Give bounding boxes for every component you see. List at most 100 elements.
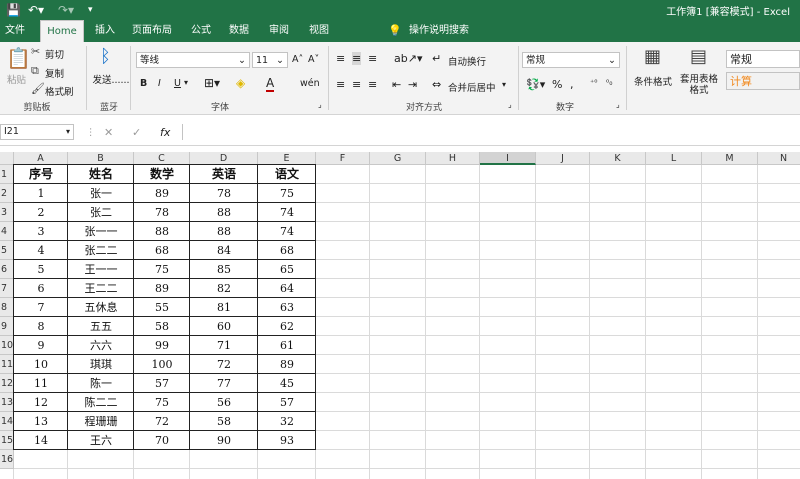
wrap-text-button[interactable]: 自动换行: [448, 54, 486, 68]
table-format-button[interactable]: 套用表格格式: [676, 74, 722, 96]
column-header[interactable]: K: [590, 152, 646, 165]
table-cell[interactable]: 张二二: [68, 241, 134, 260]
table-cell[interactable]: 14: [14, 431, 68, 450]
table-cell[interactable]: 1: [14, 184, 68, 203]
row-header[interactable]: 15: [0, 431, 14, 450]
paste-icon[interactable]: 📋: [6, 46, 31, 70]
table-cell[interactable]: 58: [190, 412, 258, 431]
dialog-launcher-icon[interactable]: ⌟: [508, 100, 512, 109]
bluetooth-icon[interactable]: ᛒ: [100, 46, 111, 67]
chevron-down-icon[interactable]: ▾: [184, 78, 188, 87]
increase-font-icon[interactable]: A˄: [292, 54, 303, 65]
table-cell[interactable]: 88: [190, 203, 258, 222]
table-cell[interactable]: 10: [14, 355, 68, 374]
table-cell[interactable]: 六六: [68, 336, 134, 355]
comma-button[interactable]: ,: [570, 78, 574, 91]
table-header-cell[interactable]: 序号: [14, 165, 68, 184]
dialog-launcher-icon[interactable]: ⌟: [616, 100, 620, 109]
table-cell[interactable]: 89: [134, 184, 190, 203]
italic-button[interactable]: I: [158, 78, 161, 89]
table-cell[interactable]: 11: [14, 374, 68, 393]
column-header[interactable]: M: [702, 152, 758, 165]
table-cell[interactable]: 57: [258, 393, 316, 412]
cancel-icon[interactable]: ✕: [104, 126, 113, 139]
table-cell[interactable]: 64: [258, 279, 316, 298]
table-cell[interactable]: 75: [134, 260, 190, 279]
table-cell[interactable]: 五休息: [68, 298, 134, 317]
font-size-select[interactable]: 11 ⌄: [252, 52, 288, 68]
column-header[interactable]: F: [316, 152, 370, 165]
column-header[interactable]: L: [646, 152, 702, 165]
row-header[interactable]: 16: [0, 450, 14, 469]
table-cell[interactable]: 9: [14, 336, 68, 355]
redo-icon[interactable]: ↷▾: [58, 1, 74, 19]
select-all-corner[interactable]: [0, 152, 14, 165]
table-cell[interactable]: 78: [190, 184, 258, 203]
save-icon[interactable]: 💾: [6, 1, 21, 19]
table-cell[interactable]: 82: [190, 279, 258, 298]
tell-me-search[interactable]: 操作说明搜索: [404, 20, 474, 42]
font-name-select[interactable]: 等线 ⌄: [136, 52, 250, 68]
table-cell[interactable]: 13: [14, 412, 68, 431]
table-cell[interactable]: 81: [190, 298, 258, 317]
column-header[interactable]: N: [758, 152, 800, 165]
table-cell[interactable]: 4: [14, 241, 68, 260]
table-cell[interactable]: 71: [190, 336, 258, 355]
table-cell[interactable]: 65: [258, 260, 316, 279]
row-header[interactable]: 5: [0, 241, 14, 260]
table-cell[interactable]: 45: [258, 374, 316, 393]
enter-icon[interactable]: ✓: [132, 126, 141, 139]
table-cell[interactable]: 61: [258, 336, 316, 355]
format-painter-button[interactable]: 格式刷: [45, 84, 74, 98]
table-cell[interactable]: 89: [134, 279, 190, 298]
insert-function-button[interactable]: fx: [160, 126, 170, 139]
borders-icon[interactable]: ⊞▾: [204, 76, 220, 90]
table-header-cell[interactable]: 数学: [134, 165, 190, 184]
table-cell[interactable]: 85: [190, 260, 258, 279]
table-cell[interactable]: 陈一: [68, 374, 134, 393]
increase-decimal-icon[interactable]: ⁺⁰: [590, 78, 597, 87]
align-bottom-icon[interactable]: ≡: [368, 52, 377, 65]
row-header[interactable]: 14: [0, 412, 14, 431]
table-cell[interactable]: 58: [134, 317, 190, 336]
table-cell[interactable]: 68: [134, 241, 190, 260]
worksheet-grid[interactable]: A B C D E F G H I J K L M N 1 2 3 4 5 6 7 8 9 10 11 12 13 14 15 16 序号姓…: [0, 152, 800, 479]
row-header[interactable]: 7: [0, 279, 14, 298]
customize-toolbar-icon[interactable]: ▾: [88, 1, 93, 19]
table-cell[interactable]: 68: [258, 241, 316, 260]
row-header[interactable]: 12: [0, 374, 14, 393]
number-format-select[interactable]: 常规 ⌄: [522, 52, 620, 68]
table-cell[interactable]: 王六: [68, 431, 134, 450]
table-cell[interactable]: 程珊珊: [68, 412, 134, 431]
row-header[interactable]: 13: [0, 393, 14, 412]
row-header[interactable]: 9: [0, 317, 14, 336]
decrease-font-icon[interactable]: A˅: [308, 54, 319, 65]
table-cell[interactable]: 琪琪: [68, 355, 134, 374]
align-middle-icon[interactable]: ≡: [352, 52, 362, 65]
row-header[interactable]: 10: [0, 336, 14, 355]
tab-home[interactable]: Home: [40, 20, 84, 43]
dialog-launcher-icon[interactable]: ⌟: [318, 100, 322, 109]
paste-button[interactable]: 粘贴: [7, 72, 26, 86]
tab-formulas[interactable]: 公式: [186, 20, 216, 42]
table-cell[interactable]: 5: [14, 260, 68, 279]
chevron-down-icon[interactable]: ▾: [502, 80, 506, 89]
table-cell[interactable]: 75: [258, 184, 316, 203]
table-header-cell[interactable]: 姓名: [68, 165, 134, 184]
table-header-cell[interactable]: 语文: [258, 165, 316, 184]
column-header[interactable]: H: [426, 152, 480, 165]
column-header[interactable]: J: [536, 152, 590, 165]
tab-data[interactable]: 数据: [224, 20, 254, 42]
table-cell[interactable]: 74: [258, 203, 316, 222]
row-header[interactable]: 8: [0, 298, 14, 317]
align-top-icon[interactable]: ≡: [336, 52, 345, 65]
row-header[interactable]: 11: [0, 355, 14, 374]
table-cell[interactable]: 63: [258, 298, 316, 317]
table-cell[interactable]: 55: [134, 298, 190, 317]
table-cell[interactable]: 89: [258, 355, 316, 374]
currency-icon[interactable]: 💱▾: [526, 78, 545, 91]
bluetooth-send-button[interactable]: 发送......: [92, 72, 130, 86]
table-cell[interactable]: 7: [14, 298, 68, 317]
table-cell[interactable]: 62: [258, 317, 316, 336]
tab-insert[interactable]: 插入: [90, 20, 120, 42]
